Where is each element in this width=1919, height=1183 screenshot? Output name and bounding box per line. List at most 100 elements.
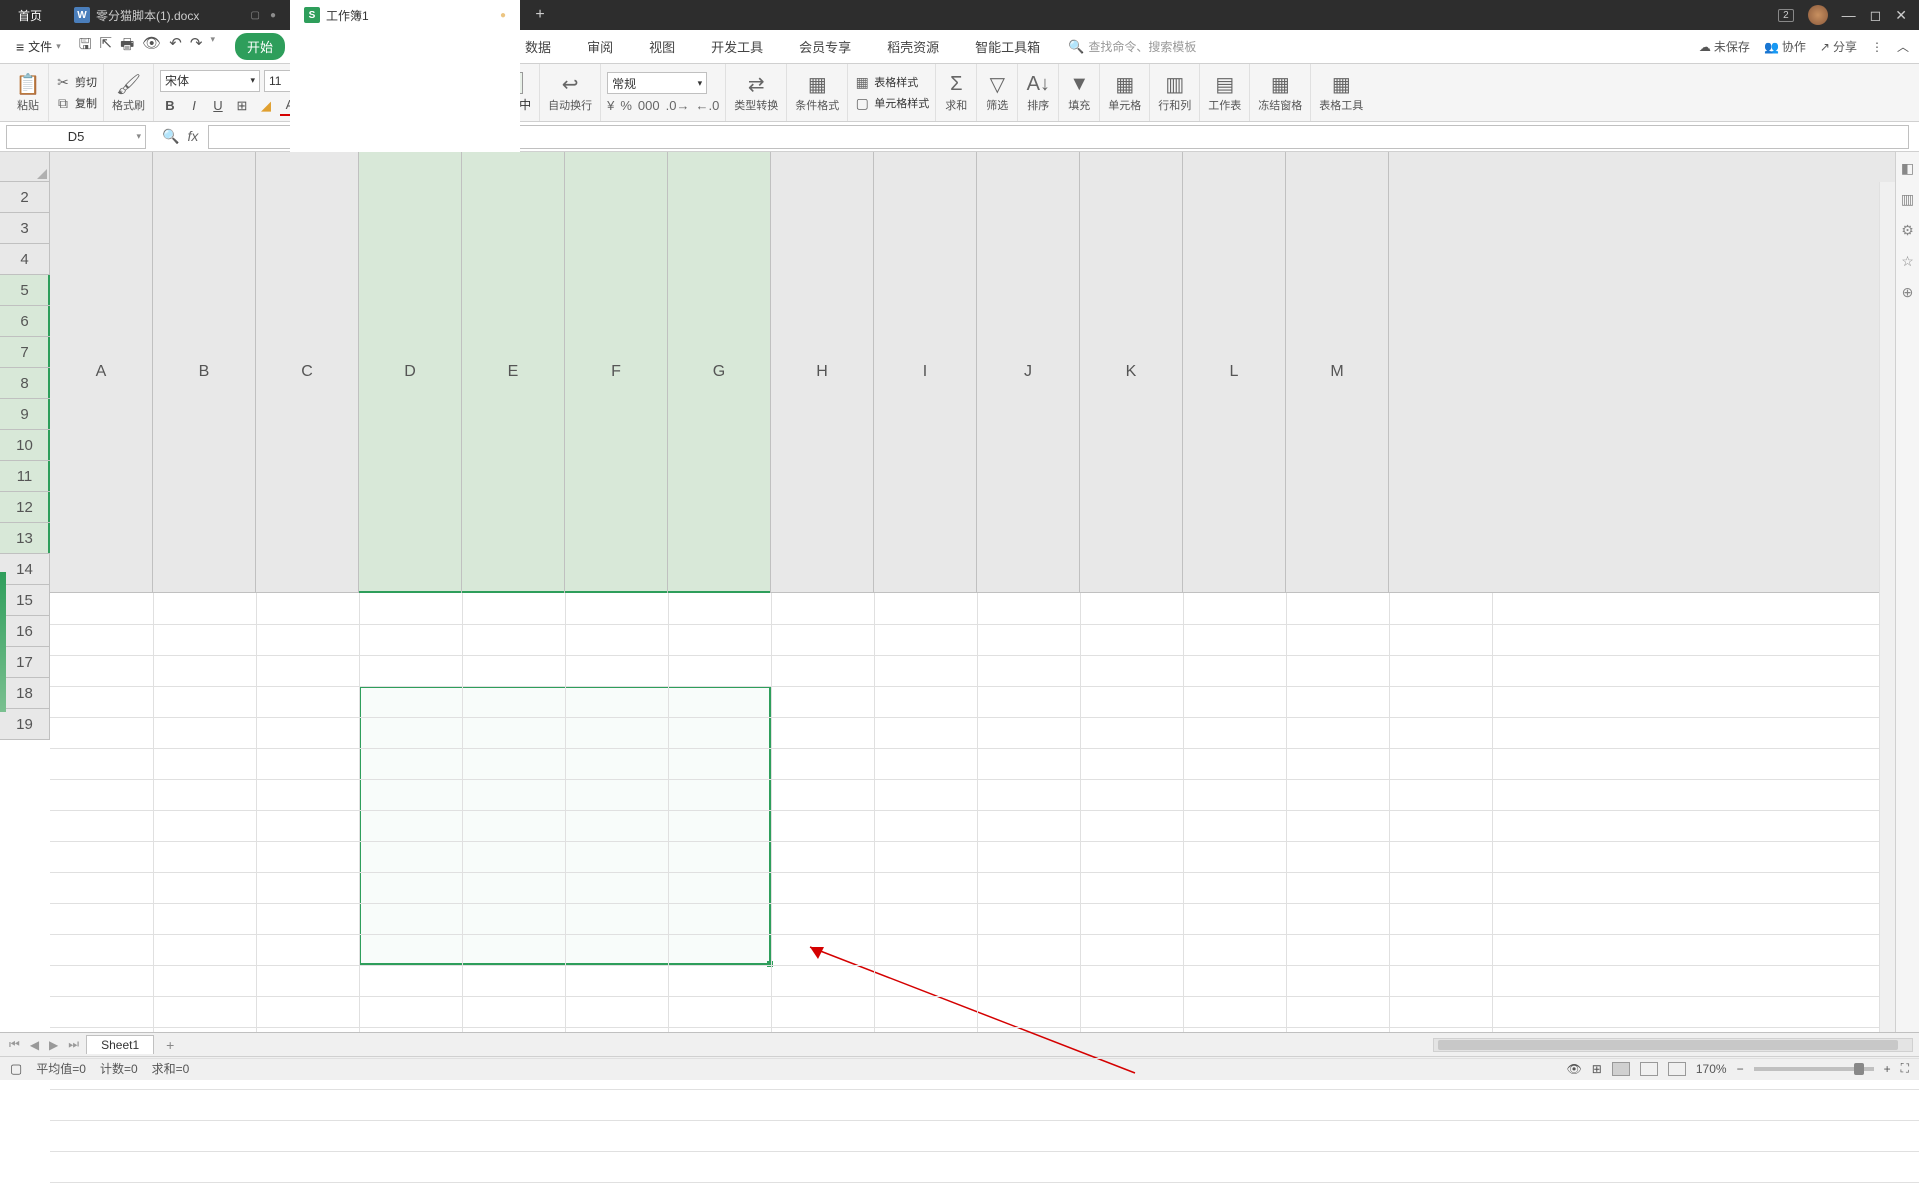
row-head-11[interactable]: 11	[0, 461, 49, 492]
side-tool-1-icon[interactable]: ◧	[1901, 160, 1914, 177]
percent-icon[interactable]: %	[620, 98, 632, 113]
zoom-in-button[interactable]: +	[1884, 1062, 1891, 1076]
status-mode-icon[interactable]: ▢	[10, 1061, 22, 1077]
currency-icon[interactable]: ¥	[607, 98, 614, 113]
save-icon[interactable]: 🖫	[79, 34, 92, 59]
tab-document[interactable]: W 零分猫脚本(1).docx ▢●	[60, 0, 290, 30]
avatar[interactable]	[1808, 5, 1828, 25]
zoom-slider[interactable]	[1754, 1067, 1874, 1071]
row-head-12[interactable]: 12	[0, 492, 49, 523]
row-head-5[interactable]: 5	[0, 275, 49, 306]
qat-more-icon[interactable]: ▾	[210, 34, 215, 59]
row-head-3[interactable]: 3	[0, 213, 49, 244]
type-convert-button[interactable]: ⇄类型转换	[726, 64, 787, 121]
col-head-M[interactable]: M	[1286, 152, 1389, 592]
col-head-A[interactable]: A	[50, 152, 153, 592]
sheet-nav-prev[interactable]: ◀	[27, 1038, 42, 1052]
italic-button[interactable]: I	[184, 96, 204, 116]
worksheet-button[interactable]: ▤工作表	[1200, 64, 1250, 121]
sum-button[interactable]: Σ求和	[936, 64, 977, 121]
row-head-4[interactable]: 4	[0, 244, 49, 275]
row-head-2[interactable]: 2	[0, 182, 49, 213]
ribbon-tab-start[interactable]: 开始	[235, 33, 285, 60]
zoom-label[interactable]: 170%	[1696, 1062, 1727, 1076]
new-tab-button[interactable]: +	[520, 6, 560, 24]
row-head-10[interactable]: 10	[0, 430, 49, 461]
font-name-combo[interactable]: 宋体▾	[160, 70, 260, 92]
cond-format-button[interactable]: ▦条件格式	[787, 64, 848, 121]
view-break-button[interactable]	[1668, 1062, 1686, 1076]
sheet-tab-1[interactable]: Sheet1	[86, 1035, 154, 1054]
minimize-icon[interactable]: —	[1842, 7, 1856, 23]
row-head-16[interactable]: 16	[0, 616, 49, 647]
side-tool-3-icon[interactable]: ⚙	[1901, 222, 1914, 239]
border-button[interactable]: ⊞	[232, 96, 252, 116]
tab-doc-min-icon[interactable]: ▢	[251, 10, 260, 21]
copy-button[interactable]: ⧉复制	[55, 95, 97, 112]
share-button[interactable]: ↗分享	[1820, 38, 1857, 55]
collab-button[interactable]: 👥协作	[1764, 38, 1806, 55]
more-icon[interactable]: ⋮	[1871, 40, 1883, 54]
number-format-combo[interactable]: 常规▾	[607, 72, 707, 94]
maximize-icon[interactable]: ◻	[1870, 7, 1882, 24]
ribbon-tab-dev[interactable]: 开发工具	[703, 33, 771, 60]
col-head-H[interactable]: H	[771, 152, 874, 592]
row-head-15[interactable]: 15	[0, 585, 49, 616]
redo-icon[interactable]: ↷	[190, 34, 203, 59]
ribbon-tab-view[interactable]: 视图	[641, 33, 683, 60]
row-head-18[interactable]: 18	[0, 678, 49, 709]
horizontal-scrollbar[interactable]	[1433, 1038, 1913, 1052]
table-tools-button[interactable]: ▦表格工具	[1311, 64, 1371, 121]
file-menu[interactable]: ≡ 文件 ▾	[10, 38, 67, 55]
close-icon[interactable]: ✕	[1895, 7, 1907, 24]
freeze-button[interactable]: ▦冻结窗格	[1250, 64, 1311, 121]
tab-doc-close-icon[interactable]: ●	[270, 10, 276, 21]
row-head-19[interactable]: 19	[0, 709, 49, 740]
add-sheet-button[interactable]: +	[158, 1037, 182, 1053]
fill-color-button[interactable]: ◢	[256, 96, 276, 116]
table-style-button[interactable]: ▦表格样式	[854, 74, 929, 91]
paste-button[interactable]: 📋粘贴	[8, 64, 49, 121]
view-normal-button[interactable]	[1612, 1062, 1630, 1076]
cell-button[interactable]: ▦单元格	[1100, 64, 1150, 121]
print-icon[interactable]: 🖶	[120, 34, 134, 59]
vertical-scrollbar[interactable]	[1879, 182, 1895, 1032]
notification-badge[interactable]: 2	[1778, 9, 1794, 22]
cut-button[interactable]: ✂剪切	[55, 74, 97, 91]
col-head-E[interactable]: E	[462, 152, 565, 592]
rowcol-button[interactable]: ▥行和列	[1150, 64, 1200, 121]
ribbon-tab-smart[interactable]: 智能工具箱	[967, 33, 1048, 60]
ribbon-tab-data[interactable]: 数据	[517, 33, 559, 60]
name-box[interactable]: D5▾	[6, 125, 146, 149]
filter-button[interactable]: ▽筛选	[977, 64, 1018, 121]
sheet-nav-first[interactable]: ⏮	[6, 1037, 23, 1052]
sheet-nav-next[interactable]: ▶	[46, 1038, 61, 1052]
col-head-F[interactable]: F	[565, 152, 668, 592]
unsaved-button[interactable]: ☁未保存	[1699, 38, 1750, 55]
undo-icon[interactable]: ↶	[169, 34, 182, 59]
bold-button[interactable]: B	[160, 96, 180, 116]
ribbon-tab-resource[interactable]: 稻壳资源	[879, 33, 947, 60]
side-tool-4-icon[interactable]: ☆	[1901, 253, 1914, 270]
eye-icon[interactable]: 👁	[1567, 1062, 1582, 1076]
thousands-icon[interactable]: 000	[638, 98, 660, 113]
view-page-button[interactable]	[1640, 1062, 1658, 1076]
row-head-13[interactable]: 13	[0, 523, 49, 554]
fullscreen-icon[interactable]: ⛶	[1901, 1061, 1909, 1076]
col-head-J[interactable]: J	[977, 152, 1080, 592]
tab-home[interactable]: 首页	[0, 0, 60, 30]
ribbon-tab-member[interactable]: 会员专享	[791, 33, 859, 60]
ribbon-tab-review[interactable]: 审阅	[579, 33, 621, 60]
preview-icon[interactable]: 👁	[142, 34, 161, 59]
sheet-nav-last[interactable]: ⏭	[65, 1037, 82, 1052]
col-head-L[interactable]: L	[1183, 152, 1286, 592]
cell-style-button[interactable]: ▢单元格样式	[854, 95, 929, 112]
col-head-D[interactable]: D	[359, 152, 462, 592]
output-icon[interactable]: ⇱	[100, 34, 113, 59]
row-head-6[interactable]: 6	[0, 306, 49, 337]
dec-decimal-icon[interactable]: ←.0	[695, 98, 719, 113]
row-head-8[interactable]: 8	[0, 368, 49, 399]
col-head-C[interactable]: C	[256, 152, 359, 592]
col-head-B[interactable]: B	[153, 152, 256, 592]
format-painter-button[interactable]: 🖌格式刷	[104, 64, 154, 121]
